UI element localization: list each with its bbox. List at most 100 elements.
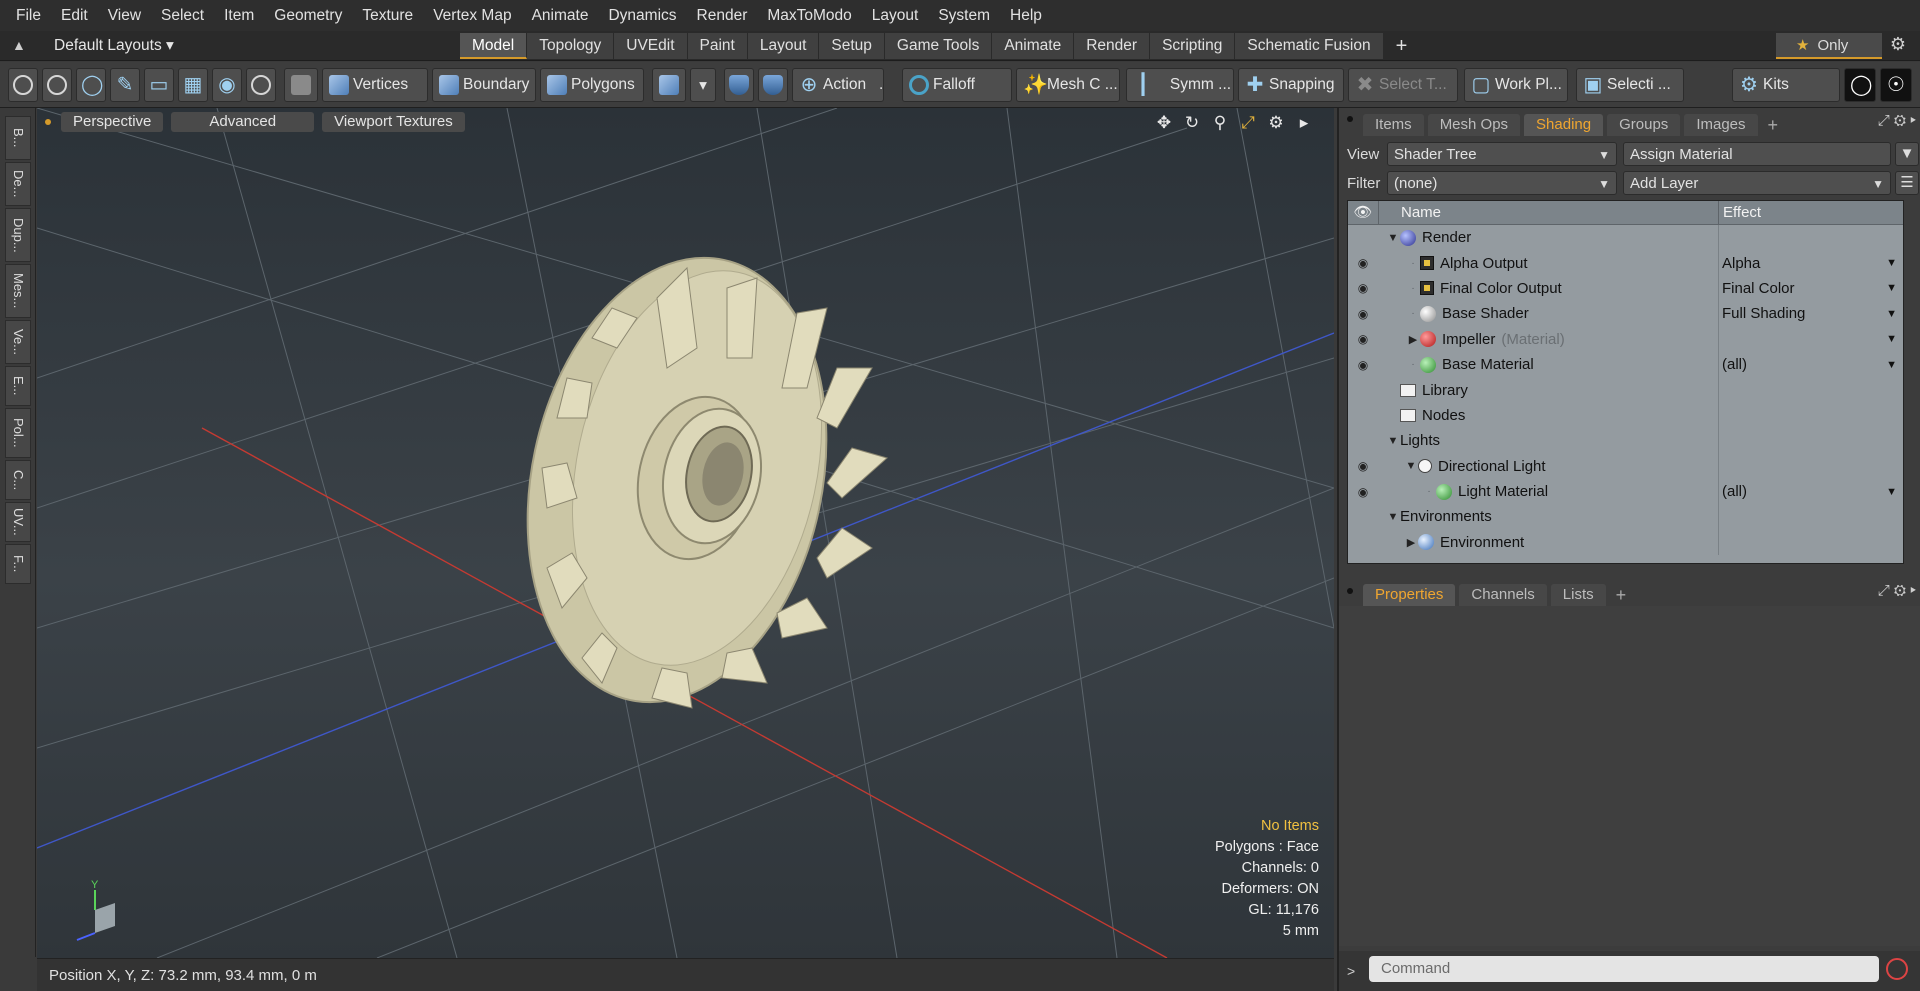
expand-arrow-icon[interactable]: ▶ [1406, 333, 1420, 346]
kits-button[interactable]: ⚙ Kits [1732, 68, 1840, 102]
sphere-tool-button[interactable] [42, 68, 72, 102]
tab-schematic-fusion[interactable]: Schematic Fusion [1235, 33, 1384, 59]
material-mode-button[interactable] [652, 68, 686, 102]
effect-cell[interactable]: Full Shading ▼ [1718, 301, 1903, 327]
viewport-textures-button[interactable]: Viewport Textures [322, 112, 465, 132]
3d-viewport[interactable]: Y Perspective Advanced Viewport Textures… [37, 108, 1334, 958]
pivot-shield-button[interactable] [758, 68, 788, 102]
expand-arrow-icon[interactable]: ▼ [1386, 435, 1400, 447]
falloff-button[interactable]: Falloff [902, 68, 1012, 102]
symmetry-shield-button[interactable] [724, 68, 754, 102]
menu-item[interactable]: Item [214, 0, 264, 31]
tree-row-base-material[interactable]: ◉ · Base Material (all) ▼ [1348, 351, 1903, 378]
viewport-settings-icon[interactable]: ⚙ [1266, 113, 1286, 133]
view-dropdown[interactable]: Shader Tree ▼ [1387, 142, 1617, 166]
action-center-button[interactable]: ⊕Action ... [792, 68, 884, 102]
expand-arrow-icon[interactable]: ▶ [1404, 536, 1418, 549]
effect-cell[interactable]: (all) ▼ [1718, 478, 1903, 505]
effect-column-header[interactable]: Effect [1718, 201, 1903, 224]
polygons-mode-button[interactable]: Polygons [540, 68, 644, 102]
grid-tool-button[interactable]: ▦ [178, 68, 208, 102]
tab-layout[interactable]: Layout [747, 33, 820, 59]
boundary-mode-button[interactable]: Boundary [432, 68, 536, 102]
rotate-view-icon[interactable]: ↻ [1182, 113, 1202, 133]
tree-row-lights[interactable]: ▼ Lights [1348, 428, 1903, 454]
viewport-menu-dot[interactable] [45, 119, 51, 125]
snapping-button[interactable]: ✚ Snapping [1238, 68, 1344, 102]
loop-tool-button[interactable]: ▭ [144, 68, 174, 102]
menu-help[interactable]: Help [1000, 0, 1052, 31]
left-tab-polygon[interactable]: Pol... [5, 408, 31, 458]
effect-cell[interactable]: Alpha ▼ [1718, 250, 1903, 276]
left-tab-duplicate[interactable]: Dup... [5, 208, 31, 262]
gear-icon[interactable]: ⚙ [1884, 34, 1912, 58]
panel-options-icons[interactable]: ⤢ ⚙ ▸ [1878, 112, 1916, 129]
tab-game-tools[interactable]: Game Tools [884, 33, 993, 59]
maximize-icon[interactable]: ⤢ [1238, 113, 1258, 133]
menu-texture[interactable]: Texture [352, 0, 423, 31]
tab-paint[interactable]: Paint [687, 33, 748, 59]
tab-scripting[interactable]: Scripting [1150, 33, 1236, 59]
tree-row-library[interactable]: Library [1348, 377, 1903, 403]
tree-row-directional-light[interactable]: ◉ ▼ Directional Light [1348, 453, 1903, 479]
vertices-mode-button[interactable]: Vertices [322, 68, 428, 102]
tab-items[interactable]: Items [1363, 114, 1424, 136]
tab-mesh-ops[interactable]: Mesh Ops [1427, 114, 1521, 136]
menu-vertex-map[interactable]: Vertex Map [423, 0, 521, 31]
tab-lists[interactable]: Lists [1550, 584, 1606, 606]
tree-row-environments[interactable]: ▼ Environments [1348, 504, 1903, 530]
menu-edit[interactable]: Edit [51, 0, 98, 31]
perspective-button[interactable]: Perspective [61, 112, 164, 132]
filter-funnel-button[interactable]: ▼ [1895, 142, 1919, 166]
left-tab-edge[interactable]: E... [5, 366, 31, 406]
default-layouts-dropdown[interactable]: Default Layouts ▾ [54, 31, 174, 61]
visibility-eye-icon[interactable]: ◉ [1348, 307, 1378, 321]
filter-dropdown[interactable]: (none) ▼ [1387, 171, 1617, 195]
assign-material-button[interactable]: Assign Material [1623, 142, 1891, 166]
visibility-eye-icon[interactable]: ◉ [1348, 358, 1378, 372]
impeller-model[interactable] [488, 230, 889, 730]
selection-sets-button[interactable]: ▣ Selecti ... [1576, 68, 1684, 102]
tree-row-final-color-output[interactable]: ◉ · Final Color Output Final Color ▼ [1348, 275, 1903, 302]
circle-tool-button[interactable] [8, 68, 38, 102]
tab-model[interactable]: Model [460, 33, 528, 59]
zoom-icon[interactable]: ⚲ [1210, 113, 1230, 133]
tab-uvedit[interactable]: UVEdit [614, 33, 688, 59]
expand-arrow-icon[interactable]: ▼ [1386, 511, 1400, 523]
left-tab-deform[interactable]: De... [5, 162, 31, 206]
tree-row-nodes[interactable]: Nodes [1348, 402, 1903, 429]
visibility-eye-icon[interactable]: ◉ [1348, 485, 1378, 499]
rotate-tool-button[interactable] [246, 68, 276, 102]
menu-select[interactable]: Select [151, 0, 214, 31]
left-tab-uv[interactable]: UV... [5, 502, 31, 542]
visibility-eye-icon[interactable]: ◉ [1348, 332, 1378, 346]
effect-cell[interactable]: (all) ▼ [1718, 351, 1903, 378]
mesh-constraint-button[interactable]: ✨ Mesh C ... [1016, 68, 1120, 102]
add-tab-plus-icon[interactable]: + [1762, 115, 1785, 136]
command-input[interactable]: Command [1369, 956, 1879, 982]
panel-options-icons[interactable]: ⤢ ⚙ ▸ [1878, 582, 1916, 599]
menu-layout[interactable]: Layout [862, 0, 929, 31]
left-tab-basic[interactable]: B... [5, 116, 31, 160]
collapse-arrow-icon[interactable]: ▲ [12, 37, 30, 55]
tab-images[interactable]: Images [1684, 114, 1758, 136]
select-through-button[interactable]: ✖ Select T... [1348, 68, 1458, 102]
effect-cell[interactable]: ▼ [1718, 326, 1903, 352]
menu-geometry[interactable]: Geometry [264, 0, 352, 31]
tab-properties[interactable]: Properties [1363, 584, 1456, 606]
menu-system[interactable]: System [928, 0, 1000, 31]
tree-row-light-material[interactable]: ◉ · Light Material (all) ▼ [1348, 478, 1903, 505]
visibility-eye-icon[interactable]: ◉ [1348, 459, 1378, 473]
mode-dropdown-button[interactable]: ▾ [690, 68, 716, 102]
tab-channels[interactable]: Channels [1459, 584, 1547, 606]
command-record-button[interactable] [1886, 958, 1908, 980]
visibility-eye-icon[interactable]: ◉ [1348, 256, 1378, 270]
tab-setup[interactable]: Setup [819, 33, 885, 59]
work-plane-button[interactable]: ▢ Work Pl... [1464, 68, 1568, 102]
expand-arrow-icon[interactable]: ▼ [1404, 460, 1418, 472]
menu-render[interactable]: Render [687, 0, 758, 31]
pan-icon[interactable]: ✥ [1154, 113, 1174, 133]
tree-row-render[interactable]: ▼ Render [1348, 225, 1903, 251]
menu-dynamics[interactable]: Dynamics [598, 0, 686, 31]
tree-row-alpha-output[interactable]: ◉ · Alpha Output Alpha ▼ [1348, 250, 1903, 276]
